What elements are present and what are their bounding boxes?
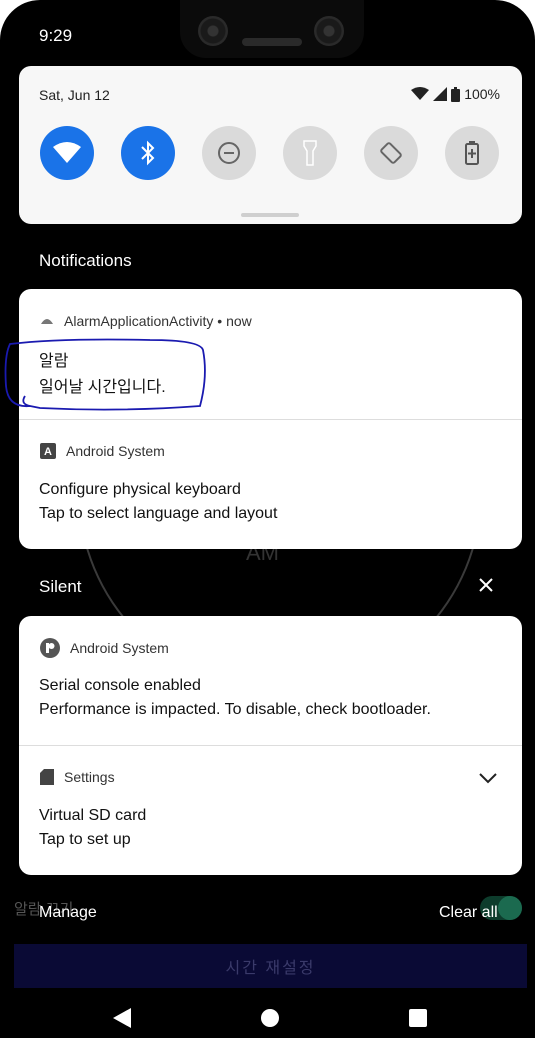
- notification-title: Configure physical keyboard: [39, 481, 241, 498]
- clear-all-button[interactable]: Clear all: [439, 904, 498, 922]
- bluetooth-tile[interactable]: [121, 126, 175, 180]
- close-icon[interactable]: [479, 578, 493, 592]
- qs-drag-handle[interactable]: [241, 213, 299, 217]
- do-not-disturb-icon: [218, 142, 240, 164]
- bluetooth-icon: [141, 140, 155, 166]
- notification-app-name: Android System: [70, 640, 169, 656]
- svg-text:A: A: [44, 446, 52, 458]
- silent-notifications-card: Android System Serial console enabled Pe…: [19, 616, 522, 875]
- chevron-down-icon[interactable]: [479, 773, 497, 784]
- notification-title: Serial console enabled: [39, 677, 201, 694]
- notification-serial-console[interactable]: Android System Serial console enabled Pe…: [19, 616, 522, 745]
- qs-date[interactable]: Sat, Jun 12: [39, 87, 110, 103]
- notification-header: Settings: [40, 769, 115, 785]
- notification-body: Performance is impacted. To disable, che…: [39, 701, 431, 718]
- notification-alarm[interactable]: AlarmApplicationActivity • now 알람 일어날 시간…: [19, 289, 522, 419]
- android-system-icon: [40, 638, 60, 658]
- navigation-bar: [0, 996, 535, 1038]
- toggle-knob: [498, 896, 522, 920]
- notification-app-name: Settings: [64, 769, 115, 785]
- notification-header: AlarmApplicationActivity • now: [40, 313, 252, 329]
- status-clock: 9:29: [39, 26, 73, 45]
- notification-body: Tap to set up: [39, 831, 131, 848]
- notification-app-name: Android System: [66, 443, 165, 459]
- alerting-notifications-card: AlarmApplicationActivity • now 알람 일어날 시간…: [19, 289, 522, 549]
- notification-title: Virtual SD card: [39, 807, 147, 824]
- auto-rotate-icon: [380, 142, 402, 164]
- quick-settings-panel: Sat, Jun 12 100%: [19, 66, 522, 224]
- flashlight-icon: [303, 140, 317, 166]
- alarm-app-icon: [41, 319, 53, 324]
- back-icon[interactable]: [113, 1008, 131, 1028]
- silent-header: Silent: [39, 577, 82, 596]
- notification-body: Tap to select language and layout: [39, 505, 278, 522]
- notification-title: 알람: [39, 353, 69, 370]
- notification-app-name: AlarmApplicationActivity • now: [64, 313, 252, 329]
- wifi-icon: [53, 142, 81, 163]
- qs-status-icons: 100%: [411, 86, 500, 102]
- notification-sd-card[interactable]: Settings Virtual SD card Tap to set up: [19, 746, 522, 875]
- battery-saver-tile[interactable]: [445, 126, 499, 180]
- earpiece-speaker: [242, 38, 302, 46]
- front-camera-icon: [198, 16, 228, 46]
- phone-screen: 9:29 AM Sat, Jun 12 100% Notifications A…: [0, 0, 535, 1038]
- recents-icon[interactable]: [409, 1009, 427, 1027]
- notification-header: A Android System: [40, 443, 165, 459]
- sd-card-icon: [40, 769, 54, 785]
- notifications-header: Notifications: [39, 251, 132, 270]
- do-not-disturb-tile[interactable]: [202, 126, 256, 180]
- notification-header: Android System: [40, 638, 169, 658]
- auto-rotate-tile[interactable]: [364, 126, 418, 180]
- manage-button[interactable]: Manage: [39, 904, 97, 922]
- flashlight-tile[interactable]: [283, 126, 337, 180]
- display-notch: [180, 0, 364, 58]
- battery-saver-icon: [465, 141, 479, 165]
- front-camera-icon: [314, 16, 344, 46]
- battery-icon: [451, 86, 461, 102]
- notification-body: 일어날 시간입니다.: [39, 379, 166, 396]
- wifi-tile[interactable]: [40, 126, 94, 180]
- cell-signal-icon: [433, 87, 448, 101]
- android-system-keyboard-icon: A: [40, 443, 56, 459]
- home-icon[interactable]: [261, 1009, 279, 1027]
- battery-percent: 100%: [464, 86, 500, 102]
- wifi-signal-icon: [411, 87, 430, 100]
- background-reset-time-button: 시간 재설정: [14, 944, 527, 988]
- notification-keyboard[interactable]: A Android System Configure physical keyb…: [19, 420, 522, 549]
